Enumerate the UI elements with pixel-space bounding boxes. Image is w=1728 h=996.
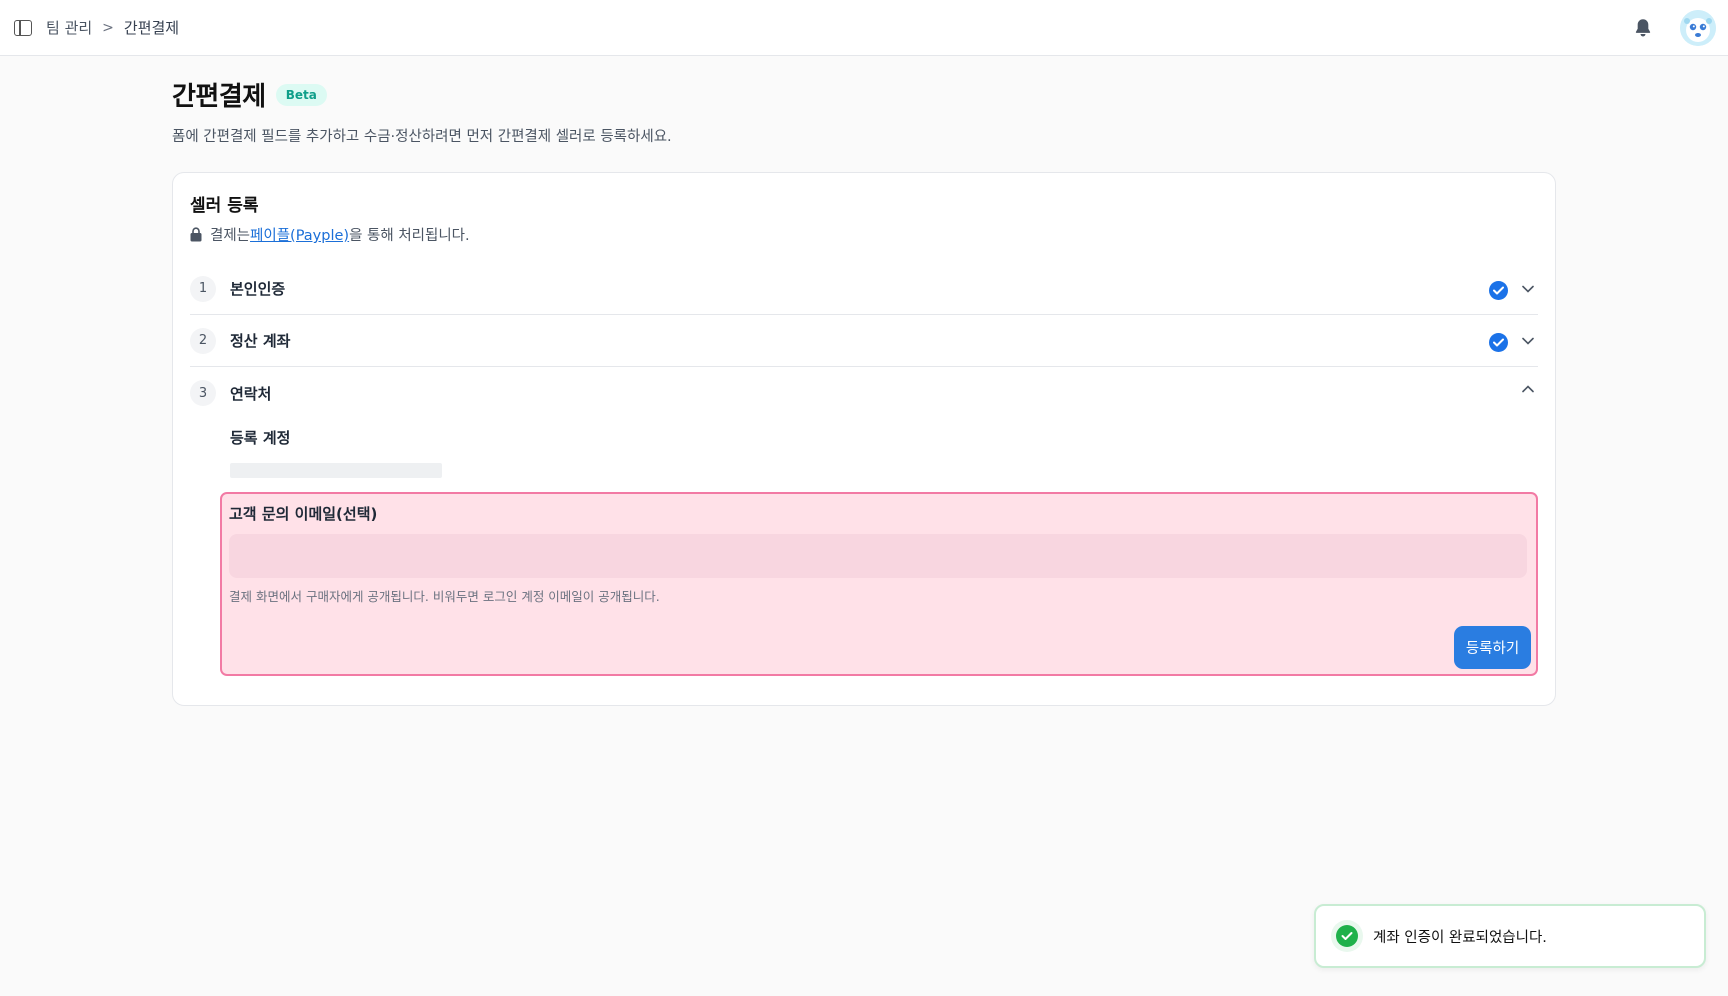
page-subtitle: 폼에 간편결제 필드를 추가하고 수금·정산하려면 먼저 간편결제 셀러로 등록… — [172, 129, 672, 145]
payment-provider-note: 결제는 페이플(Payple) 을 통해 처리됩니다. — [190, 224, 1538, 245]
toast-notification: 계좌 인증이 완료되었습니다. — [1314, 904, 1706, 968]
account-label: 등록 계정 — [230, 429, 291, 447]
main-content: 간편결제 Beta 폼에 간편결제 필드를 추가하고 수금·정산하려면 먼저 간… — [172, 56, 1556, 706]
page-title: 간편결제 — [172, 82, 266, 112]
step-settlement-account[interactable]: 2 정산 계좌 — [190, 315, 1538, 367]
register-button[interactable]: 등록하기 — [1454, 626, 1531, 669]
breadcrumb-separator: > — [102, 19, 114, 36]
step-number: 3 — [190, 380, 216, 406]
bell-icon[interactable] — [1632, 17, 1654, 39]
step-number: 2 — [190, 327, 216, 354]
step-label: 본인인증 — [230, 280, 286, 298]
chevron-down-icon[interactable] — [1520, 281, 1536, 297]
email-label: 고객 문의 이메일(선택) — [229, 505, 378, 523]
seller-registration-card: 셀러 등록 결제는 페이플(Payple) 을 통해 처리됩니다. 1 본인인증 — [172, 172, 1556, 706]
card-title: 셀러 등록 — [190, 196, 259, 216]
chevron-up-icon[interactable] — [1520, 381, 1536, 397]
beta-badge: Beta — [275, 83, 327, 106]
payple-link[interactable]: 페이플(Payple) — [250, 224, 349, 245]
sidebar-toggle-icon[interactable] — [14, 19, 32, 36]
top-bar: 팀 관리 > 간편결제 — [0, 0, 1728, 56]
step-label: 연락처 — [230, 384, 272, 403]
success-icon — [1331, 920, 1363, 952]
customer-email-input[interactable] — [229, 534, 1527, 578]
step-contact[interactable]: 3 연락처 — [190, 367, 1538, 419]
toast-message: 계좌 인증이 완료되었습니다. — [1373, 929, 1547, 946]
check-circle-icon — [1489, 281, 1508, 300]
note-suffix: 을 통해 처리됩니다. — [349, 228, 470, 244]
lock-icon — [190, 227, 202, 242]
avatar-face-icon — [1680, 9, 1716, 46]
breadcrumb-current: 간편결제 — [123, 19, 180, 37]
email-help: 결제 화면에서 구매자에게 공개됩니다. 비워두면 로그인 계정 이메일이 공개… — [229, 589, 660, 604]
avatar[interactable] — [1680, 9, 1716, 46]
breadcrumb-parent[interactable]: 팀 관리 — [46, 17, 92, 38]
step-identity-verification[interactable]: 1 본인인증 — [190, 263, 1538, 315]
chevron-down-icon[interactable] — [1520, 333, 1536, 349]
note-prefix: 결제는 — [210, 228, 251, 244]
check-circle-icon — [1489, 333, 1508, 352]
customer-email-field-group: 고객 문의 이메일(선택) 결제 화면에서 구매자에게 공개됩니다. 비워두면 … — [220, 492, 1538, 676]
account-value-placeholder — [230, 463, 442, 478]
step-label: 정산 계좌 — [230, 332, 291, 350]
step-number: 1 — [190, 275, 216, 302]
